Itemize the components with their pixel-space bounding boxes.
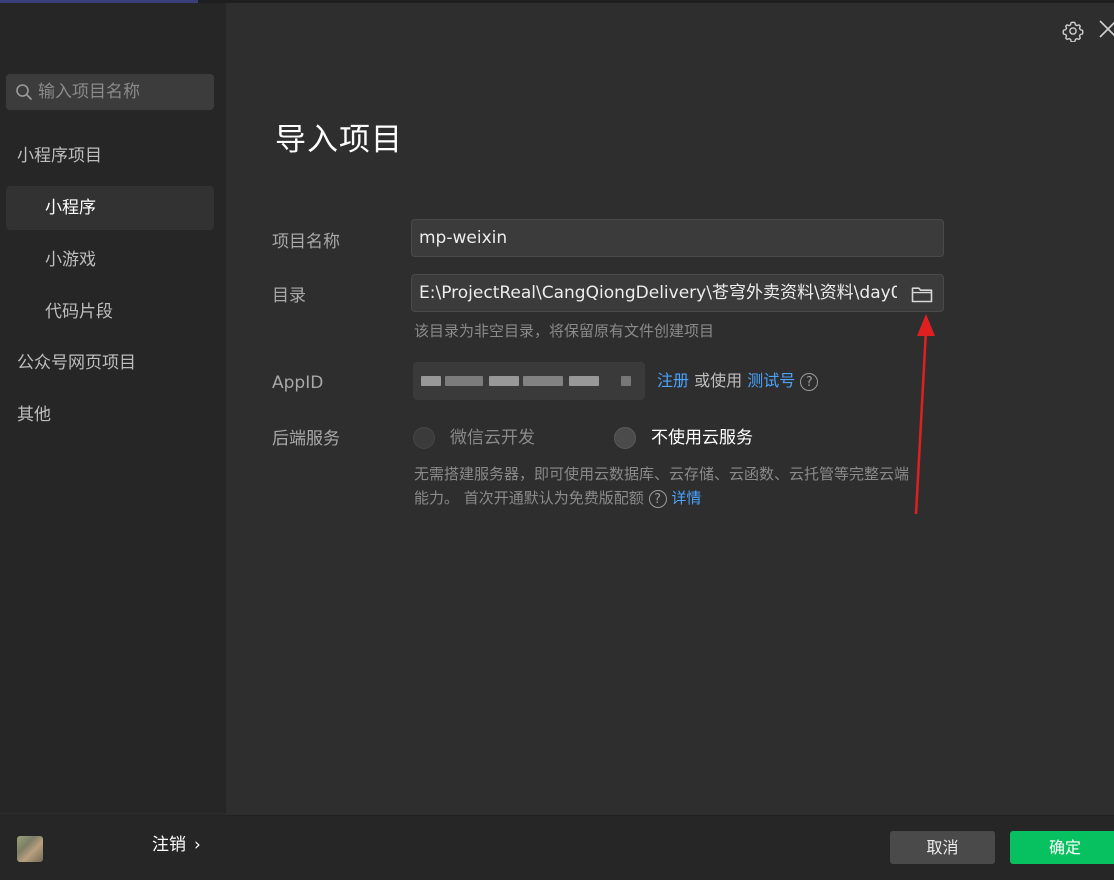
backend-description-text: 能力。 首次开通默认为免费版配额 — [414, 489, 644, 507]
project-name-input[interactable]: mp-weixin — [411, 219, 944, 257]
backend-description-line: 无需搭建服务器，即可使用云数据库、云存储、云函数、云托管等完整云端 — [414, 465, 910, 483]
radio-cloud-dev-label: 微信云开发 — [450, 428, 535, 448]
settings-icon[interactable] — [1062, 20, 1084, 42]
sidebar-item-label: 小程序 — [45, 198, 96, 218]
appid-label: AppID — [272, 373, 324, 393]
sidebar-item-minigame[interactable]: 小游戏 — [6, 238, 214, 282]
test-account-link[interactable]: 测试号 — [747, 371, 795, 390]
close-icon[interactable] — [1098, 18, 1114, 40]
backend-service-label: 后端服务 — [272, 429, 340, 449]
cancel-button[interactable]: 取消 — [890, 831, 995, 864]
search-placeholder: 输入项目名称 — [38, 82, 140, 102]
appid-redacted — [621, 376, 631, 386]
backend-description-line: 能力。 首次开通默认为免费版配额 ? 详情 — [414, 486, 954, 510]
project-name-value: mp-weixin — [419, 228, 508, 248]
appid-redacted — [489, 376, 519, 386]
sidebar-item-official-account-web[interactable]: 公众号网页项目 — [6, 341, 214, 385]
appid-input[interactable] — [413, 362, 645, 400]
project-search-input[interactable]: 输入项目名称 — [6, 74, 214, 110]
directory-value: E:\ProjectReal\CangQiongDelivery\苍穹外卖资料\… — [419, 283, 897, 303]
details-link[interactable]: 详情 — [671, 489, 701, 507]
sidebar-top-accent — [0, 0, 198, 3]
window-top-border — [226, 0, 1114, 3]
project-name-label: 项目名称 — [272, 232, 340, 252]
radio-no-cloud-label: 不使用云服务 — [651, 428, 753, 448]
logout-button[interactable]: 注销 — [152, 834, 186, 856]
sidebar-item-other[interactable]: 其他 — [6, 393, 214, 437]
sidebar-item-miniprogram-projects[interactable]: 小程序项目 — [6, 134, 214, 178]
search-icon — [16, 84, 32, 100]
sidebar-item-label: 其他 — [17, 405, 51, 425]
sidebar: 输入项目名称 小程序项目 小程序 小游戏 代码片段 公众号网页项目 其他 注销 … — [0, 0, 226, 880]
or-use-text: 或使用 — [689, 371, 748, 390]
help-icon[interactable]: ? — [800, 372, 819, 391]
appid-redacted — [421, 376, 441, 386]
user-avatar[interactable] — [17, 836, 43, 862]
chevron-right-icon: › — [194, 835, 201, 855]
appid-links: 注册 或使用 测试号 ? — [657, 369, 819, 393]
help-icon[interactable]: ? — [648, 489, 667, 508]
sidebar-item-label: 小程序项目 — [17, 146, 102, 166]
page-title: 导入项目 — [275, 122, 403, 158]
register-link[interactable]: 注册 — [657, 371, 689, 390]
sidebar-divider — [0, 813, 226, 814]
appid-redacted — [445, 376, 483, 386]
sidebar-item-label: 小游戏 — [45, 250, 96, 270]
sidebar-item-label: 公众号网页项目 — [17, 353, 136, 373]
appid-redacted — [523, 376, 563, 386]
sidebar-item-code-snippets[interactable]: 代码片段 — [6, 290, 214, 334]
radio-no-cloud[interactable] — [614, 427, 636, 449]
appid-redacted — [569, 376, 599, 386]
sidebar-item-miniprogram[interactable]: 小程序 — [6, 186, 214, 230]
backend-description: 无需搭建服务器，即可使用云数据库、云存储、云函数、云托管等完整云端 能力。 首次… — [414, 462, 954, 510]
directory-label: 目录 — [272, 286, 306, 306]
directory-input[interactable]: E:\ProjectReal\CangQiongDelivery\苍穹外卖资料\… — [411, 274, 944, 312]
annotation-arrow — [914, 314, 935, 515]
sidebar-item-label: 代码片段 — [45, 302, 113, 322]
directory-hint: 该目录为非空目录，将保留原有文件创建项目 — [414, 322, 715, 340]
radio-cloud-dev[interactable] — [413, 427, 435, 449]
confirm-button[interactable]: 确定 — [1010, 831, 1114, 864]
